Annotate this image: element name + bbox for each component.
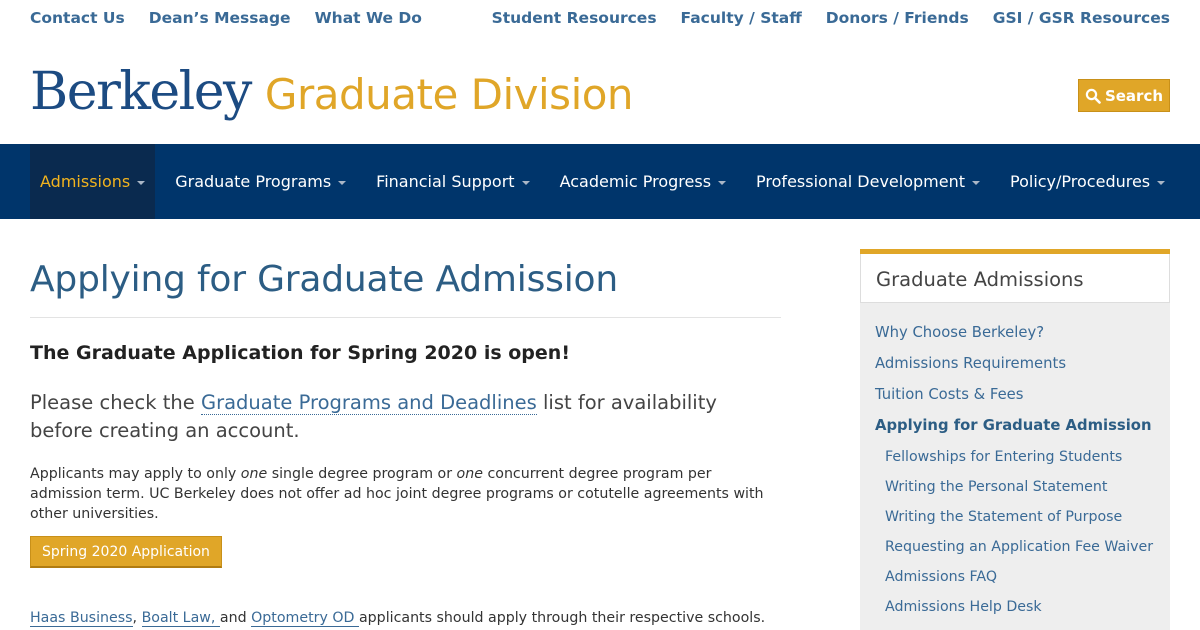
logo-berkeley-text: Berkeley	[30, 62, 252, 122]
sidebar-item-admissions-requirements[interactable]: Admissions Requirements	[875, 354, 1155, 374]
search-button[interactable]: Search	[1078, 79, 1170, 112]
nav-policy-procedures[interactable]: Policy/Procedures	[1000, 144, 1175, 219]
sidebar-subitem-fellowships[interactable]: Fellowships for Entering Students	[885, 447, 1155, 467]
caret-down-icon	[338, 180, 347, 185]
nav-academic-progress[interactable]: Academic Progress	[550, 144, 736, 219]
faculty-staff-link[interactable]: Faculty / Staff	[681, 9, 802, 27]
lead-paragraph: Please check the Graduate Programs and D…	[30, 389, 781, 445]
programs-deadlines-link[interactable]: Graduate Programs and Deadlines	[200, 391, 537, 415]
nav-label: Graduate Programs	[175, 172, 332, 191]
caret-down-icon	[718, 180, 727, 185]
sidebar-subitem-statement-of-purpose[interactable]: Writing the Statement of Purpose	[885, 507, 1155, 527]
caret-down-icon	[521, 180, 530, 185]
sidebar-subitem-personal-statement[interactable]: Writing the Personal Statement	[885, 477, 1155, 497]
donors-friends-link[interactable]: Donors / Friends	[826, 9, 969, 27]
sidebar-subitem-fee-waiver[interactable]: Requesting an Application Fee Waiver	[885, 537, 1155, 557]
body-emphasis-2: one	[456, 466, 483, 482]
body-emphasis-1: one	[240, 466, 268, 482]
nav-items: Admissions Graduate Programs Financial S…	[30, 144, 1185, 219]
nav-label: Admissions	[40, 172, 131, 191]
sidebar: Graduate Admissions Why Choose Berkeley?…	[860, 249, 1170, 630]
optometry-od-link[interactable]: Optometry OD	[251, 610, 359, 627]
schools-paragraph: Haas Business, Boalt Law, and Optometry …	[30, 608, 781, 628]
search-icon	[1085, 88, 1101, 104]
logo-division-text: Graduate Division	[264, 70, 634, 119]
title-divider	[30, 317, 781, 318]
caret-down-icon	[972, 180, 980, 185]
caret-down-icon	[137, 180, 146, 185]
announcement-heading: The Graduate Application for Spring 2020…	[30, 342, 570, 364]
nav-admissions[interactable]: Admissions	[30, 144, 156, 219]
nav-professional-development[interactable]: Professional Development	[746, 144, 990, 219]
student-resources-link[interactable]: Student Resources	[492, 9, 657, 27]
main-navigation: Admissions Graduate Programs Financial S…	[0, 144, 1200, 219]
schools-text-after: applicants should apply through their re…	[358, 610, 766, 626]
nav-label: Academic Progress	[559, 172, 712, 191]
caret-down-icon	[1157, 180, 1166, 185]
nav-label: Professional Development	[756, 172, 965, 191]
sidebar-subitem-admissions-faq[interactable]: Admissions FAQ	[885, 567, 1155, 587]
haas-business-link[interactable]: Haas Business	[30, 610, 133, 627]
nav-label: Financial Support	[376, 172, 515, 191]
nav-graduate-programs[interactable]: Graduate Programs	[165, 144, 356, 219]
sidebar-item-applying[interactable]: Applying for Graduate Admission	[875, 416, 1155, 436]
sidebar-item-tuition-costs[interactable]: Tuition Costs & Fees	[875, 385, 1155, 405]
deans-message-link[interactable]: Dean’s Message	[149, 9, 291, 27]
schools-sep-1: ,	[132, 610, 142, 626]
contact-us-link[interactable]: Contact Us	[30, 9, 125, 27]
lead-text-before: Please check the	[30, 391, 201, 414]
what-we-do-link[interactable]: What We Do	[315, 9, 422, 27]
boalt-law-link[interactable]: Boalt Law,	[141, 610, 220, 627]
body-text-1: Applicants may apply to only	[30, 466, 241, 482]
page-title: Applying for Graduate Admission	[30, 259, 618, 300]
gsi-gsr-resources-link[interactable]: GSI / GSR Resources	[993, 9, 1170, 27]
nav-label: Policy/Procedures	[1010, 172, 1151, 191]
sidebar-item-why-choose-berkeley[interactable]: Why Choose Berkeley?	[875, 323, 1155, 343]
utility-bar: Contact Us Dean’s Message What We Do Stu…	[0, 0, 1200, 40]
nav-financial-support[interactable]: Financial Support	[366, 144, 539, 219]
schools-sep-2: and	[219, 610, 252, 626]
utility-left: Contact Us Dean’s Message What We Do	[30, 9, 422, 27]
eligibility-paragraph: Applicants may apply to only one single …	[30, 464, 781, 524]
search-label: Search	[1104, 86, 1164, 105]
main-content: Applying for Graduate Admission The Grad…	[30, 219, 781, 630]
utility-right: Student Resources Faculty / Staff Donors…	[492, 9, 1170, 27]
site-logo[interactable]: Berkeley Graduate Division	[30, 60, 634, 130]
sidebar-title: Graduate Admissions	[860, 254, 1170, 303]
sidebar-menu: Why Choose Berkeley? Admissions Requirem…	[860, 303, 1170, 617]
sidebar-subitem-help-desk[interactable]: Admissions Help Desk	[885, 597, 1155, 617]
spring-application-button[interactable]: Spring 2020 Application	[30, 536, 222, 568]
body-text-2: single degree program or	[267, 466, 457, 482]
